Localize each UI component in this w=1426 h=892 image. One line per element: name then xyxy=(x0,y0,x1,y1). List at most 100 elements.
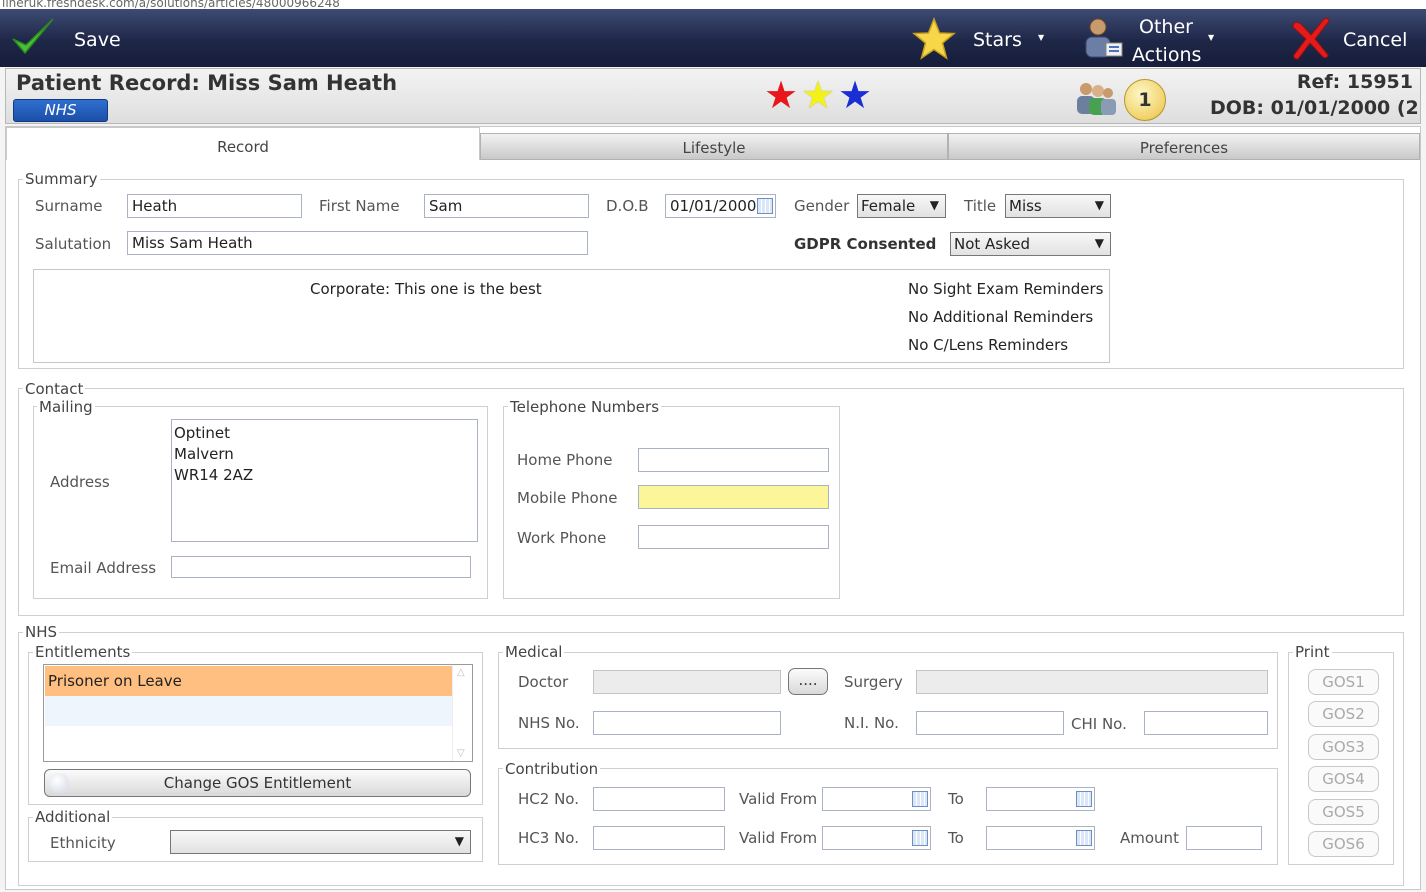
toolbar: Save Stars ▼ Other Actions ▼ Cancel xyxy=(0,9,1426,67)
chi-no-field[interactable] xyxy=(1144,711,1268,735)
calendar-icon[interactable] xyxy=(912,791,928,807)
address-label: Address xyxy=(50,473,110,491)
change-gos-entitlement-button[interactable]: Change GOS Entitlement xyxy=(44,769,471,797)
hc3-valid-from-field[interactable] xyxy=(822,826,931,850)
list-item[interactable]: Prisoner on Leave xyxy=(45,666,452,696)
mobile-phone-label: Mobile Phone xyxy=(517,489,618,507)
url-text: lineruk.freshdesk.com/a/solutions/articl… xyxy=(2,0,340,9)
title-select[interactable]: Miss ▼ xyxy=(1005,194,1111,218)
surgery-field[interactable] xyxy=(916,670,1268,694)
contribution-legend: Contribution xyxy=(503,760,601,778)
calendar-icon[interactable] xyxy=(912,830,928,846)
print-legend: Print xyxy=(1293,643,1332,661)
gender-value: Female xyxy=(861,197,916,215)
doctor-field[interactable] xyxy=(593,670,781,694)
dob-field[interactable]: 01/01/2000 xyxy=(665,194,776,218)
hc2-to-field[interactable] xyxy=(986,787,1095,811)
contribution-group xyxy=(498,768,1278,865)
count-badge[interactable]: 1 xyxy=(1124,79,1166,121)
hc2-valid-from-label: Valid From xyxy=(739,790,818,808)
first-name-field[interactable]: Sam xyxy=(424,194,589,218)
entitlements-legend: Entitlements xyxy=(33,643,133,661)
patient-header: Patient Record: Miss Sam Heath NHS ★ ★ ★… xyxy=(5,68,1421,124)
telephone-legend: Telephone Numbers xyxy=(508,398,662,416)
gender-select[interactable]: Female ▼ xyxy=(857,194,946,218)
address-line: WR14 2AZ xyxy=(174,466,254,484)
stars-label[interactable]: Stars xyxy=(973,29,1022,51)
mobile-phone-field[interactable] xyxy=(638,485,829,509)
ni-no-field[interactable] xyxy=(916,711,1064,735)
entitlements-list[interactable]: Prisoner on Leave △ ▽ xyxy=(43,664,473,762)
checkmark-icon xyxy=(12,18,54,55)
ethnicity-label: Ethnicity xyxy=(50,834,116,852)
family-group-icon[interactable] xyxy=(1072,79,1120,117)
gos2-button[interactable]: GOS2 xyxy=(1308,701,1379,727)
tab-preferences[interactable]: Preferences xyxy=(948,133,1420,160)
gos3-button[interactable]: GOS3 xyxy=(1308,734,1379,760)
home-phone-label: Home Phone xyxy=(517,451,613,469)
bubble-icon xyxy=(49,773,69,793)
gdpr-label: GDPR Consented xyxy=(794,235,937,253)
home-phone-field[interactable] xyxy=(638,448,829,472)
tab-lifestyle[interactable]: Lifestyle xyxy=(480,133,948,160)
nhs-no-label: NHS No. xyxy=(518,714,580,732)
amount-field[interactable] xyxy=(1186,826,1262,850)
nhs-legend: NHS xyxy=(23,623,60,641)
calendar-icon[interactable] xyxy=(757,198,773,214)
gos6-button[interactable]: GOS6 xyxy=(1308,831,1379,857)
doctor-lookup-button[interactable]: .... xyxy=(788,668,828,695)
red-star-icon[interactable]: ★ xyxy=(764,76,798,114)
hc3-field[interactable] xyxy=(593,826,725,850)
contact-legend: Contact xyxy=(23,380,86,398)
hc2-field[interactable] xyxy=(593,787,725,811)
nhs-badge: NHS xyxy=(13,99,108,122)
reminder-sight-exam: No Sight Exam Reminders xyxy=(908,280,1104,298)
chevron-down-icon: ▼ xyxy=(454,834,464,848)
tab-record[interactable]: Record xyxy=(6,127,480,160)
work-phone-field[interactable] xyxy=(638,525,829,549)
address-line: Malvern xyxy=(174,445,234,463)
cancel-label[interactable]: Cancel xyxy=(1343,29,1407,51)
hc3-to-field[interactable] xyxy=(986,826,1095,850)
stars-dropdown-icon[interactable]: ▼ xyxy=(1038,33,1044,42)
hc3-to-label: To xyxy=(948,829,964,847)
blue-star-icon[interactable]: ★ xyxy=(838,76,872,114)
nhs-no-field[interactable] xyxy=(593,711,781,735)
gdpr-select[interactable]: Not Asked ▼ xyxy=(950,232,1111,256)
cancel-button[interactable] xyxy=(1290,17,1332,61)
salutation-field[interactable]: Miss Sam Heath xyxy=(127,231,588,255)
gos5-button[interactable]: GOS5 xyxy=(1308,799,1379,825)
change-gos-label: Change GOS Entitlement xyxy=(163,774,352,792)
list-item[interactable] xyxy=(45,696,452,726)
calendar-icon[interactable] xyxy=(1076,830,1092,846)
other-actions-dropdown-icon[interactable]: ▼ xyxy=(1208,33,1214,42)
scroll-up-icon[interactable]: △ xyxy=(457,667,465,678)
save-button[interactable] xyxy=(10,15,60,61)
scroll-down-icon[interactable]: ▽ xyxy=(457,748,465,759)
star-icon xyxy=(911,16,957,60)
record-panel: Record Lifestyle Preferences Summary Sur… xyxy=(5,126,1421,890)
address-textarea[interactable]: Optinet Malvern WR14 2AZ xyxy=(171,419,478,542)
hc3-label: HC3 No. xyxy=(518,829,579,847)
yellow-star-icon[interactable]: ★ xyxy=(801,76,835,114)
page-title: Patient Record: Miss Sam Heath xyxy=(16,71,398,95)
calendar-icon[interactable] xyxy=(1076,791,1092,807)
other-actions-label-2[interactable]: Actions xyxy=(1132,44,1201,66)
gos4-button[interactable]: GOS4 xyxy=(1308,766,1379,792)
ethnicity-select[interactable]: ▼ xyxy=(170,830,471,854)
header-dob: DOB: 01/01/2000 (21 xyxy=(1210,97,1420,119)
other-actions-button[interactable] xyxy=(1082,15,1126,61)
save-label[interactable]: Save xyxy=(74,29,121,51)
surname-field[interactable]: Heath xyxy=(127,194,302,218)
reference-number: Ref: 15951 xyxy=(1296,71,1413,93)
additional-legend: Additional xyxy=(33,808,113,826)
hc2-valid-from-field[interactable] xyxy=(822,787,931,811)
stars-button[interactable] xyxy=(911,16,957,61)
medical-legend: Medical xyxy=(503,643,565,661)
list-scrollbar[interactable]: △ ▽ xyxy=(452,665,472,761)
gos1-button[interactable]: GOS1 xyxy=(1308,669,1379,695)
dob-value: 01/01/2000 xyxy=(670,197,757,215)
email-field[interactable] xyxy=(171,556,471,578)
other-actions-label-1[interactable]: Other xyxy=(1139,16,1193,38)
email-label: Email Address xyxy=(50,559,157,577)
